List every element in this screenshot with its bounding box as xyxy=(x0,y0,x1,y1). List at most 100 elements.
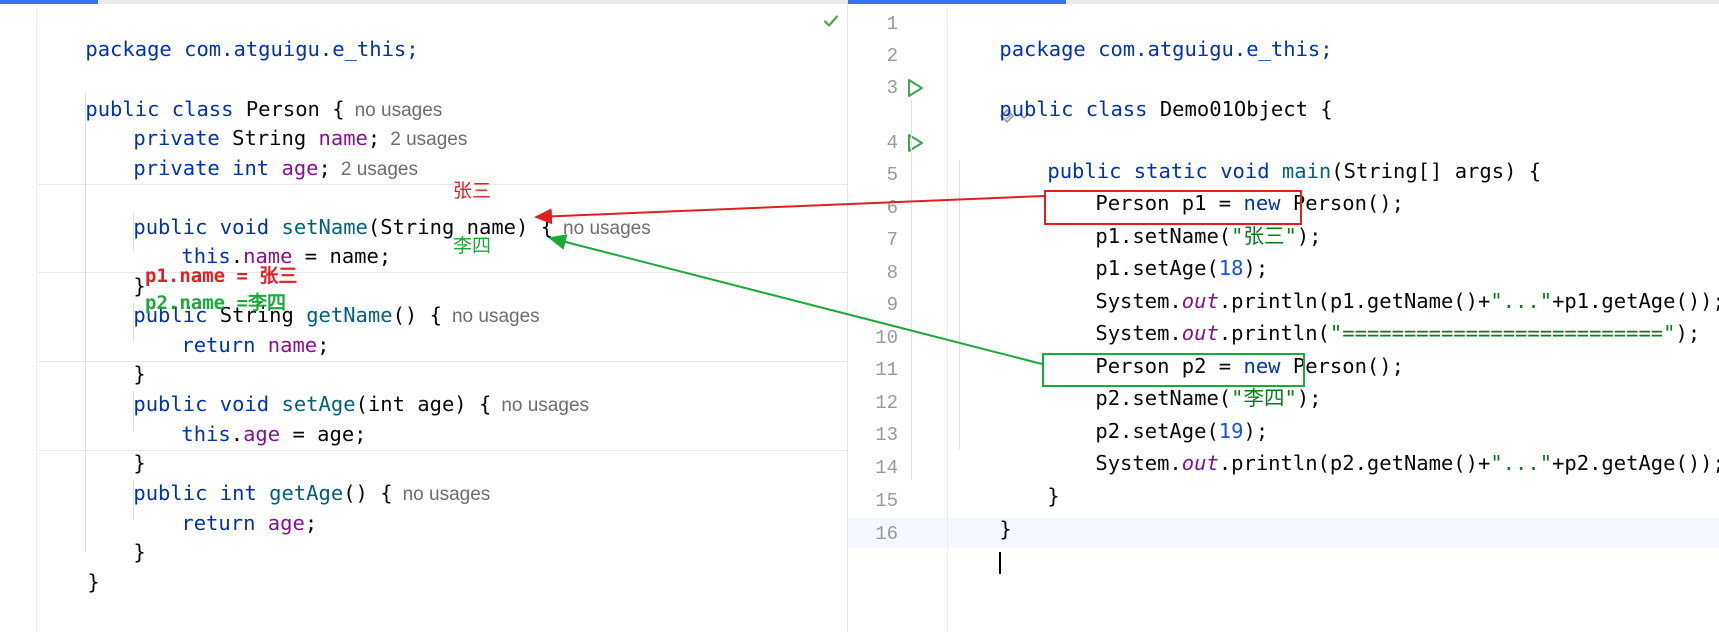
code-line-class-decl[interactable]: public class Demo01Object { xyxy=(950,67,1332,121)
highlight-box-p1-setname xyxy=(1044,190,1302,225)
params: (int age) { xyxy=(355,392,492,416)
code-line-close-class[interactable]: } xyxy=(38,540,99,594)
annotation-lisi-label: 李四 xyxy=(453,235,492,257)
string-literal: "..." xyxy=(1490,451,1553,475)
code-line-getage-decl[interactable]: public int getAge() {no usages xyxy=(84,451,490,505)
brace: } xyxy=(87,570,100,594)
code-line-field-name[interactable]: private String name; 2 usages xyxy=(84,96,467,150)
code-line-main-decl[interactable]: public static void main(String[] args) { xyxy=(998,129,1541,183)
code-line-8[interactable]: System.out.println(p1.getName()+"..."+p1… xyxy=(1046,259,1719,313)
code-line-15[interactable]: } xyxy=(950,487,1011,541)
code-text: ); xyxy=(1675,321,1701,345)
indent-guide xyxy=(959,160,960,450)
line-number[interactable]: 11 xyxy=(848,356,898,384)
code-line-9[interactable]: System.out.println("====================… xyxy=(1046,291,1700,345)
line-number[interactable]: 4 xyxy=(848,129,898,157)
params: () { xyxy=(343,481,393,505)
code-line-close-brace[interactable]: } xyxy=(84,510,145,564)
line-number[interactable]: 12 xyxy=(848,389,898,417)
active-tab-indicator xyxy=(0,0,98,4)
keyword: this xyxy=(181,422,231,446)
line-number[interactable]: 2 xyxy=(848,42,898,70)
code-line-12[interactable]: p2.setAge(19); xyxy=(1046,389,1268,443)
code-line-setage-decl[interactable]: public void setAge(int age) {no usages xyxy=(84,362,589,416)
code-line-14[interactable]: } xyxy=(998,454,1059,508)
brace: } xyxy=(133,540,146,564)
package-statement: package com.atguigu.e_this; xyxy=(999,37,1333,61)
code-line-field-age[interactable]: private int age; 2 usages xyxy=(84,126,418,180)
code-line-package[interactable]: package com.atguigu.e_this; xyxy=(950,7,1332,61)
usages-hint[interactable]: no usages xyxy=(563,218,651,239)
code-line-13[interactable]: System.out.println(p2.getName()+"..."+p2… xyxy=(1046,421,1719,475)
code-text: +p2.getAge()); xyxy=(1552,451,1719,475)
static-field: out xyxy=(1181,451,1219,475)
code-line-10[interactable]: Person p2 = new Person(); xyxy=(1046,324,1404,378)
field-name: age xyxy=(243,422,281,446)
keyword: private xyxy=(133,156,220,180)
line-number[interactable]: 15 xyxy=(848,487,898,515)
punct: ; xyxy=(304,511,318,535)
right-editor-pane[interactable]: 1 2 3 4 5 6 7 8 9 10 11 12 13 14 15 16 p… xyxy=(848,0,1719,632)
run-main-icon[interactable] xyxy=(904,132,926,154)
line-number[interactable]: 3 xyxy=(848,74,898,102)
field-name: name xyxy=(267,333,318,357)
line-number[interactable]: 1 xyxy=(848,10,898,38)
code-line-class-decl[interactable]: public class Person {no usages xyxy=(36,67,442,121)
code-line-setname-body[interactable]: this.name = name; xyxy=(132,214,391,268)
keyword: class xyxy=(1085,97,1148,121)
code-line-close-brace[interactable]: } xyxy=(84,421,145,475)
line-number[interactable]: 8 xyxy=(848,259,898,287)
code-line-7[interactable]: p1.setAge(18); xyxy=(1046,226,1268,280)
code-text: ); xyxy=(1296,224,1322,248)
brace: } xyxy=(1047,484,1060,508)
code-text: .println(p2.getName()+ xyxy=(1218,451,1491,475)
line-number[interactable]: 9 xyxy=(848,291,898,319)
inspection-ok-icon[interactable] xyxy=(822,12,840,30)
usages-hint[interactable]: no usages xyxy=(452,306,540,327)
code-line-getage-body[interactable]: return age; xyxy=(132,481,317,535)
annotation-p1-name: p1.name = 张三 xyxy=(145,265,298,287)
params: () { xyxy=(392,303,442,327)
code-line-close-brace[interactable]: } xyxy=(84,332,145,386)
keyword: public xyxy=(999,97,1074,121)
punct: ; xyxy=(318,156,331,180)
code-line-setname-decl[interactable]: public void setName(String name) {no usa… xyxy=(84,185,650,239)
gutter-border xyxy=(947,8,948,632)
usages-hint[interactable]: 2 usages xyxy=(341,159,418,180)
field-name: age xyxy=(281,156,319,180)
code-line-package[interactable]: package com.atguigu.e_this; xyxy=(36,7,418,61)
line-number[interactable]: 5 xyxy=(848,161,898,189)
line-number[interactable]: 13 xyxy=(848,421,898,449)
annotation-p2-name: p2.name =李四 xyxy=(145,292,286,314)
active-tab-indicator xyxy=(848,0,1066,4)
class-name: Demo01Object { xyxy=(1159,97,1333,121)
assignment: = name; xyxy=(292,244,392,268)
left-editor-pane[interactable]: package com.atguigu.e_this; public class… xyxy=(0,0,847,632)
keyword: return xyxy=(181,511,256,535)
keyword: return xyxy=(181,333,256,357)
code-line-16[interactable] xyxy=(950,520,1002,574)
text-caret xyxy=(999,552,1002,574)
type-name: int xyxy=(232,156,270,180)
line-number[interactable]: 14 xyxy=(848,454,898,482)
code-line-setage-body[interactable]: this.age = age; xyxy=(132,392,366,446)
field-name: age xyxy=(267,511,305,535)
line-number[interactable]: 16 xyxy=(848,520,898,548)
punct: ; xyxy=(317,333,330,357)
highlight-box-p2-setname xyxy=(1042,353,1305,387)
code-line-5[interactable]: Person p1 = new Person(); xyxy=(1046,161,1404,215)
line-number[interactable]: 7 xyxy=(848,226,898,254)
code-text: ); xyxy=(1296,386,1322,410)
line-number[interactable]: 10 xyxy=(848,324,898,352)
usages-hint[interactable]: no usages xyxy=(403,484,491,505)
line-number[interactable]: 6 xyxy=(848,194,898,222)
tab-bar-border xyxy=(0,0,847,4)
run-class-icon[interactable] xyxy=(904,77,926,99)
indent-guide xyxy=(911,100,912,480)
code-text: System. xyxy=(1095,451,1182,475)
annotation-zhangsan-label: 张三 xyxy=(453,180,492,202)
package-statement: package com.atguigu.e_this; xyxy=(85,37,419,61)
code-line-close-brace[interactable]: } xyxy=(84,244,145,298)
assignment: = age; xyxy=(280,422,367,446)
usages-hint[interactable]: no usages xyxy=(501,395,589,416)
